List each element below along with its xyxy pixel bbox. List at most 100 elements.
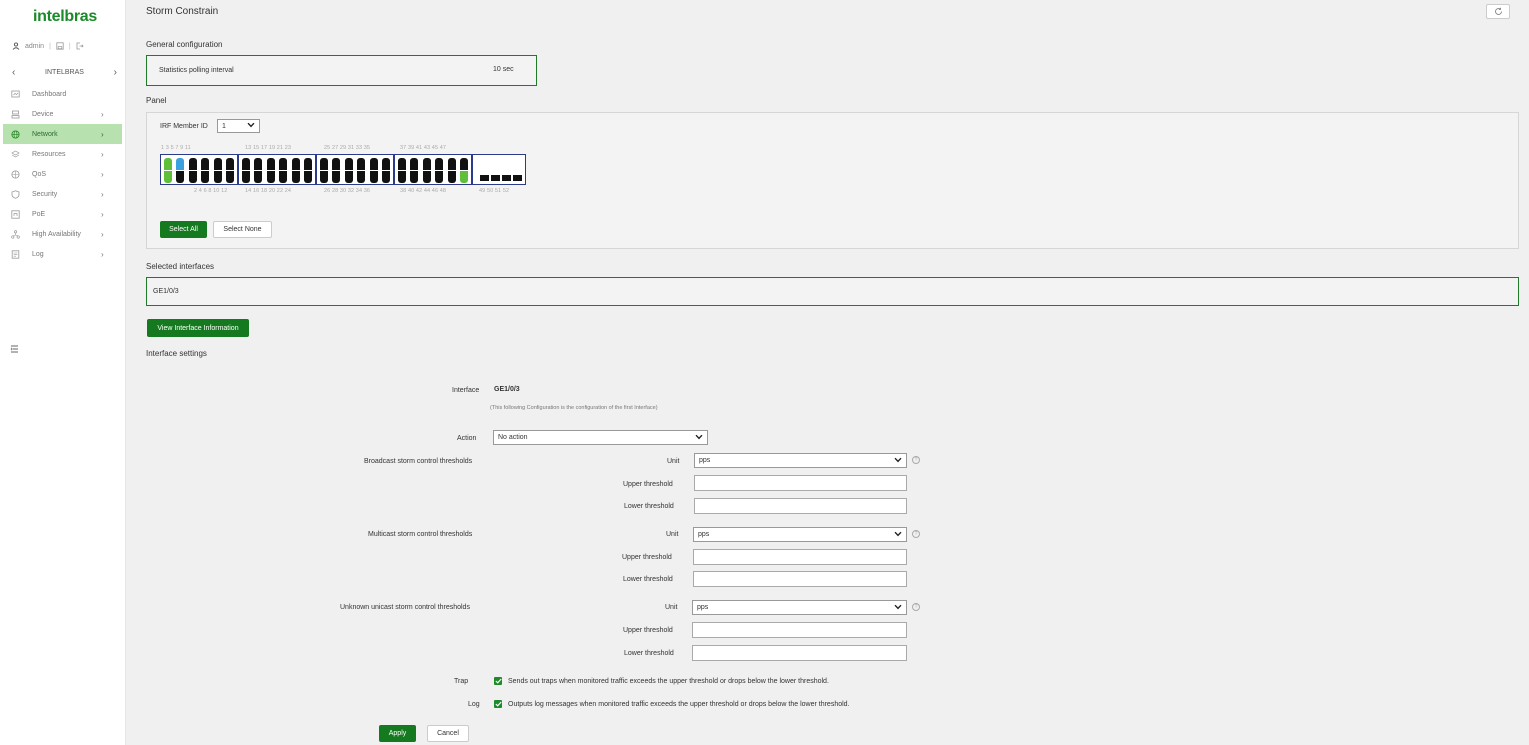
port-32[interactable] xyxy=(357,171,366,183)
unknown-upper-input[interactable] xyxy=(692,622,907,638)
port-1[interactable] xyxy=(164,158,172,170)
action-select[interactable]: No action xyxy=(493,430,708,445)
username[interactable]: admin xyxy=(25,43,44,50)
port-31[interactable] xyxy=(357,158,366,170)
brand-logo: intelbras xyxy=(33,8,97,25)
select-all-button[interactable]: Select All xyxy=(160,221,207,238)
port-12[interactable] xyxy=(226,171,234,183)
sidebar-item-device[interactable]: Device › xyxy=(3,104,122,124)
broadcast-unit-select[interactable]: pps xyxy=(694,453,907,468)
logout-icon[interactable] xyxy=(76,42,84,50)
apply-button[interactable]: Apply xyxy=(379,725,416,742)
sidebar-item-qos[interactable]: QoS › xyxy=(3,164,122,184)
save-icon[interactable] xyxy=(56,42,64,50)
port-52[interactable] xyxy=(513,175,522,181)
broadcast-lower-input[interactable] xyxy=(694,498,907,514)
sidebar-item-poe[interactable]: PoE › xyxy=(3,204,122,224)
port-21[interactable] xyxy=(291,158,300,170)
domain-switcher: ‹ INTELBRAS › xyxy=(12,67,117,78)
polling-interval-value[interactable]: 10 sec xyxy=(493,66,514,73)
sidebar-item-security[interactable]: Security › xyxy=(3,184,122,204)
port-13[interactable] xyxy=(242,158,250,170)
port-22[interactable] xyxy=(291,171,300,183)
help-icon[interactable]: ? xyxy=(912,603,920,611)
port-11[interactable] xyxy=(226,158,234,170)
port-7[interactable] xyxy=(201,158,210,170)
port-45[interactable] xyxy=(447,158,456,170)
sidebar-item-network[interactable]: Network › xyxy=(3,124,122,144)
cancel-button[interactable]: Cancel xyxy=(427,725,469,742)
select-none-button[interactable]: Select None xyxy=(213,221,272,238)
port-33[interactable] xyxy=(369,158,378,170)
port-42[interactable] xyxy=(422,171,431,183)
sidebar-item-resources[interactable]: Resources › xyxy=(3,144,122,164)
chevron-down-icon xyxy=(695,434,703,442)
port-4[interactable] xyxy=(176,171,185,183)
port-15[interactable] xyxy=(254,158,263,170)
multicast-upper-input[interactable] xyxy=(693,549,907,565)
port-37[interactable] xyxy=(398,158,406,170)
port-27[interactable] xyxy=(332,158,341,170)
port-36[interactable] xyxy=(382,171,390,183)
port-51[interactable] xyxy=(502,175,511,181)
port-40[interactable] xyxy=(410,171,419,183)
sidebar-item-label: PoE xyxy=(32,210,46,218)
unknown-lower-input[interactable] xyxy=(692,645,907,661)
collapse-menu-icon[interactable] xyxy=(10,345,19,355)
port-9[interactable] xyxy=(213,158,222,170)
multicast-unit-select[interactable]: pps xyxy=(693,527,907,542)
trap-checkbox[interactable] xyxy=(494,677,502,685)
multicast-lower-label: Lower threshold xyxy=(623,576,673,583)
sidebar-item-log[interactable]: Log › xyxy=(3,244,122,264)
sidebar-item-high-availability[interactable]: High Availability › xyxy=(3,224,122,244)
domain-next-button[interactable]: › xyxy=(114,67,117,78)
help-icon[interactable]: ? xyxy=(912,530,920,538)
log-checkbox[interactable] xyxy=(494,700,502,708)
port-49[interactable] xyxy=(480,175,489,181)
port-2[interactable] xyxy=(164,171,172,183)
port-20[interactable] xyxy=(279,171,288,183)
port-5[interactable] xyxy=(188,158,197,170)
port-50[interactable] xyxy=(491,175,500,181)
port-8[interactable] xyxy=(201,171,210,183)
broadcast-upper-input[interactable] xyxy=(694,475,907,491)
domain-label: INTELBRAS xyxy=(45,69,84,76)
port-44[interactable] xyxy=(435,171,444,183)
port-24[interactable] xyxy=(304,171,312,183)
port-38[interactable] xyxy=(398,171,406,183)
port-23[interactable] xyxy=(304,158,312,170)
port-18[interactable] xyxy=(266,171,275,183)
domain-prev-button[interactable]: ‹ xyxy=(12,67,15,78)
port-14[interactable] xyxy=(242,171,250,183)
port-48[interactable] xyxy=(460,171,468,183)
unknown-unit-select[interactable]: pps xyxy=(692,600,907,615)
multicast-lower-input[interactable] xyxy=(693,571,907,587)
port-25[interactable] xyxy=(320,158,328,170)
view-interface-info-button[interactable]: View Interface Information xyxy=(147,319,249,337)
port-34[interactable] xyxy=(369,171,378,183)
port-3[interactable] xyxy=(176,158,185,170)
port-43[interactable] xyxy=(435,158,444,170)
port-47[interactable] xyxy=(460,158,468,170)
multicast-upper-label: Upper threshold xyxy=(622,554,672,561)
irf-member-select[interactable]: 1 xyxy=(217,119,260,133)
port-29[interactable] xyxy=(344,158,353,170)
port-41[interactable] xyxy=(422,158,431,170)
port-28[interactable] xyxy=(332,171,341,183)
port-6[interactable] xyxy=(188,171,197,183)
port-26[interactable] xyxy=(320,171,328,183)
port-39[interactable] xyxy=(410,158,419,170)
refresh-button[interactable] xyxy=(1486,4,1510,19)
port-10[interactable] xyxy=(213,171,222,183)
sidebar-item-dashboard[interactable]: Dashboard xyxy=(3,84,122,104)
port-16[interactable] xyxy=(254,171,263,183)
port-30[interactable] xyxy=(344,171,353,183)
chevron-right-icon: › xyxy=(101,149,104,159)
broadcast-unit-label: Unit xyxy=(667,458,680,465)
port-17[interactable] xyxy=(266,158,275,170)
port-35[interactable] xyxy=(382,158,390,170)
port-numbers-bottom-3: 26 28 30 32 34 36 xyxy=(324,188,371,194)
port-19[interactable] xyxy=(279,158,288,170)
help-icon[interactable]: ? xyxy=(912,456,920,464)
port-46[interactable] xyxy=(447,171,456,183)
